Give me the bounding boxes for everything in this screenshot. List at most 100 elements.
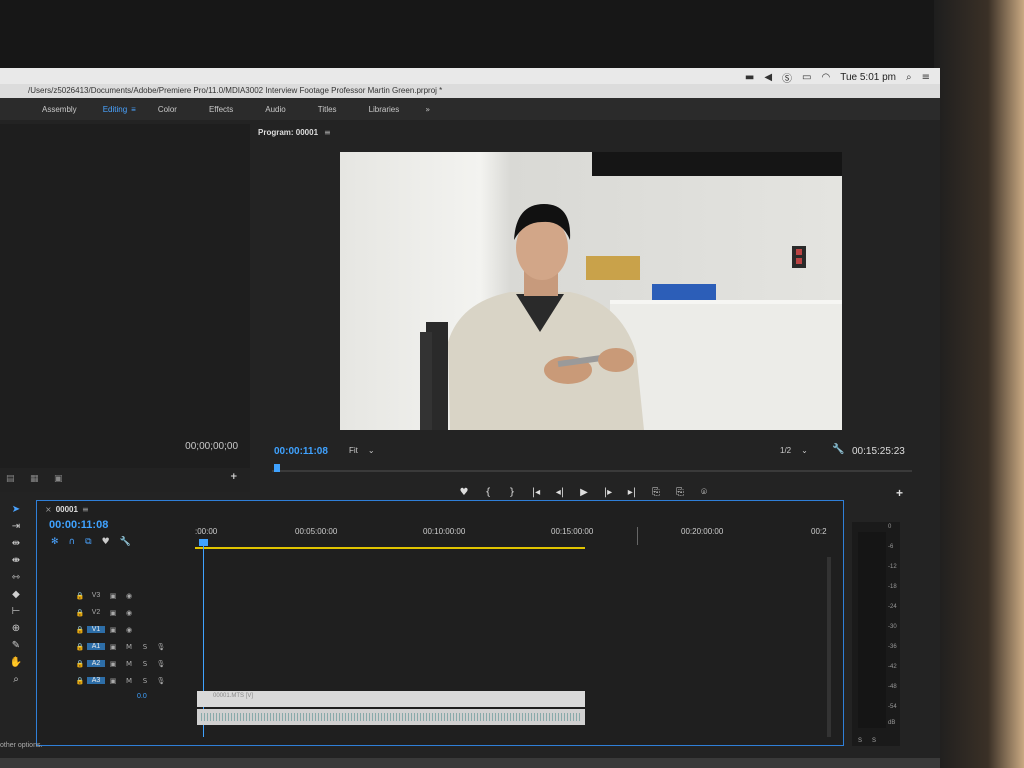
- track-name[interactable]: V1: [87, 626, 105, 633]
- nest-icon[interactable]: ✻: [51, 537, 59, 547]
- track-headers: 🔒 V3 ▣ ◉ 🔒 V2 ▣ ◉ 🔒 V1 ▣ ◉ 🔒 A1 ▣ M S 🎙 🔒 A2 ▣ M S 🎙 🔒 A3 ▣ M S…: [73, 587, 193, 689]
- list-view-icon[interactable]: ▤: [6, 474, 15, 484]
- eye-icon[interactable]: ◉: [121, 626, 137, 634]
- eye-icon[interactable]: ◉: [121, 592, 137, 600]
- menubar-clock[interactable]: Tue 5:01 pm: [840, 72, 896, 83]
- program-monitor: Program: 00001 ≡ 00:00:11:08 Fit ⌄ 1/2 ⌄…: [252, 124, 916, 500]
- sync-lock-icon[interactable]: ▣: [105, 677, 121, 685]
- track-name[interactable]: A2: [87, 660, 105, 667]
- audio-clip[interactable]: [197, 709, 585, 725]
- snap-icon[interactable]: ∩: [69, 537, 76, 547]
- track-name[interactable]: V3: [87, 592, 105, 599]
- solo-right[interactable]: S: [872, 738, 876, 744]
- mute-icon[interactable]: M: [121, 677, 137, 685]
- ruler-tick: [637, 527, 638, 545]
- icon-view-icon[interactable]: ▦: [30, 474, 39, 484]
- add-marker-icon[interactable]: ♥: [102, 537, 110, 547]
- solo-icon[interactable]: S: [137, 643, 153, 651]
- sequence-tab[interactable]: × 00001 ≡: [45, 505, 89, 514]
- resolution-select[interactable]: 1/2 ⌄: [780, 446, 808, 455]
- freeform-view-icon[interactable]: ▣: [54, 474, 63, 484]
- razor-icon[interactable]: ◆: [0, 589, 32, 606]
- settings-wrench-icon[interactable]: 🔧: [832, 444, 844, 455]
- mic-icon[interactable]: 🎙: [153, 660, 169, 668]
- eye-icon[interactable]: ◉: [121, 609, 137, 617]
- playhead-timecode[interactable]: 00:00:11:08: [274, 446, 328, 457]
- program-scrubber[interactable]: [272, 464, 912, 474]
- work-area-bar[interactable]: [195, 547, 585, 549]
- scrubber-track: [272, 470, 912, 472]
- mic-icon[interactable]: 🎙: [153, 677, 169, 685]
- video-frame[interactable]: [340, 152, 842, 430]
- track-header-v3: 🔒 V3 ▣ ◉: [73, 587, 193, 604]
- source-timecode[interactable]: 00;00;00;00: [185, 441, 238, 452]
- sync-lock-icon[interactable]: ▣: [105, 626, 121, 634]
- pen-icon[interactable]: ✎: [0, 640, 32, 657]
- lock-icon[interactable]: 🔒: [73, 609, 87, 617]
- time-ruler[interactable]: :00:00 00:05:00:00 00:10:00:00 00:15:00:…: [195, 527, 835, 549]
- lock-icon[interactable]: 🔒: [73, 592, 87, 600]
- solo-left[interactable]: S: [858, 738, 862, 744]
- workspace-libraries[interactable]: Libraries: [353, 105, 416, 114]
- sync-lock-icon[interactable]: ▣: [105, 643, 121, 651]
- program-title[interactable]: Program: 00001 ≡: [258, 128, 331, 137]
- track-header-v1: 🔒 V1 ▣ ◉: [73, 621, 193, 638]
- master-volume[interactable]: 0.0: [137, 693, 147, 700]
- timeline-settings-icon[interactable]: 🔧: [120, 537, 131, 547]
- sync-lock-icon[interactable]: ▣: [105, 609, 121, 617]
- workspace-audio[interactable]: Audio: [249, 105, 301, 114]
- slide-icon[interactable]: ⊕: [0, 623, 32, 640]
- timeline-scrollbar[interactable]: [827, 557, 831, 737]
- sequence-name: 00001: [55, 505, 78, 514]
- panel-menu-icon[interactable]: ≡: [324, 128, 331, 137]
- zoom-select[interactable]: Fit ⌄: [349, 446, 375, 455]
- hand-icon[interactable]: ✋: [0, 657, 32, 674]
- battery-icon[interactable]: ▬: [745, 72, 754, 83]
- add-button[interactable]: +: [230, 472, 238, 482]
- track-name[interactable]: A3: [87, 677, 105, 684]
- workspace-effects[interactable]: Effects: [193, 105, 249, 114]
- workspace-menu-icon[interactable]: ≡: [131, 105, 136, 114]
- selection-tool-icon[interactable]: ➤: [0, 504, 32, 521]
- workspace-color[interactable]: Color: [142, 105, 193, 114]
- menu-icon[interactable]: ≡: [922, 72, 930, 83]
- meter-level: -30: [888, 624, 897, 630]
- mute-icon[interactable]: M: [121, 660, 137, 668]
- track-select-icon[interactable]: ⇥: [0, 521, 32, 538]
- rate-stretch-icon[interactable]: ⇿: [0, 572, 32, 589]
- button-editor-icon[interactable]: +: [896, 486, 903, 500]
- search-icon[interactable]: ⌕: [906, 72, 912, 83]
- linked-selection-icon[interactable]: ⧉: [85, 537, 91, 547]
- timeline-timecode[interactable]: 00:00:11:08: [49, 519, 108, 531]
- ruler-label: 00:05:00:00: [295, 527, 338, 536]
- airplay-icon[interactable]: ▭: [802, 72, 811, 83]
- lock-icon[interactable]: 🔒: [73, 643, 87, 651]
- sync-lock-icon[interactable]: ▣: [105, 592, 121, 600]
- solo-icon[interactable]: S: [137, 660, 153, 668]
- video-clip[interactable]: 00001.MTS [V]: [197, 691, 585, 707]
- skype-icon[interactable]: Ⓢ: [782, 70, 792, 85]
- workspace-titles[interactable]: Titles: [302, 105, 353, 114]
- scrubber-playhead[interactable]: [274, 464, 280, 472]
- volume-icon[interactable]: ◀: [764, 72, 772, 83]
- slip-icon[interactable]: ⊢: [0, 606, 32, 623]
- zoom-tool-icon[interactable]: ⌕: [0, 674, 32, 691]
- lock-icon[interactable]: 🔒: [73, 626, 87, 634]
- track-name[interactable]: V2: [87, 609, 105, 616]
- sync-lock-icon[interactable]: ▣: [105, 660, 121, 668]
- wifi-icon[interactable]: ◠: [821, 72, 830, 83]
- rolling-edit-icon[interactable]: ⇼: [0, 555, 32, 572]
- lock-icon[interactable]: 🔒: [73, 677, 87, 685]
- close-icon[interactable]: ×: [45, 505, 52, 514]
- mute-icon[interactable]: M: [121, 643, 137, 651]
- more-workspaces-icon[interactable]: »: [425, 105, 430, 114]
- track-name[interactable]: A1: [87, 643, 105, 650]
- panel-menu-icon[interactable]: ≡: [82, 505, 89, 514]
- mic-icon[interactable]: 🎙: [153, 643, 169, 651]
- workspace-assembly[interactable]: Assembly: [0, 105, 93, 114]
- cabinet: [592, 152, 842, 176]
- ripple-edit-icon[interactable]: ⇹: [0, 538, 32, 555]
- timeline-playhead[interactable]: [203, 539, 204, 737]
- lock-icon[interactable]: 🔒: [73, 660, 87, 668]
- solo-icon[interactable]: S: [137, 677, 153, 685]
